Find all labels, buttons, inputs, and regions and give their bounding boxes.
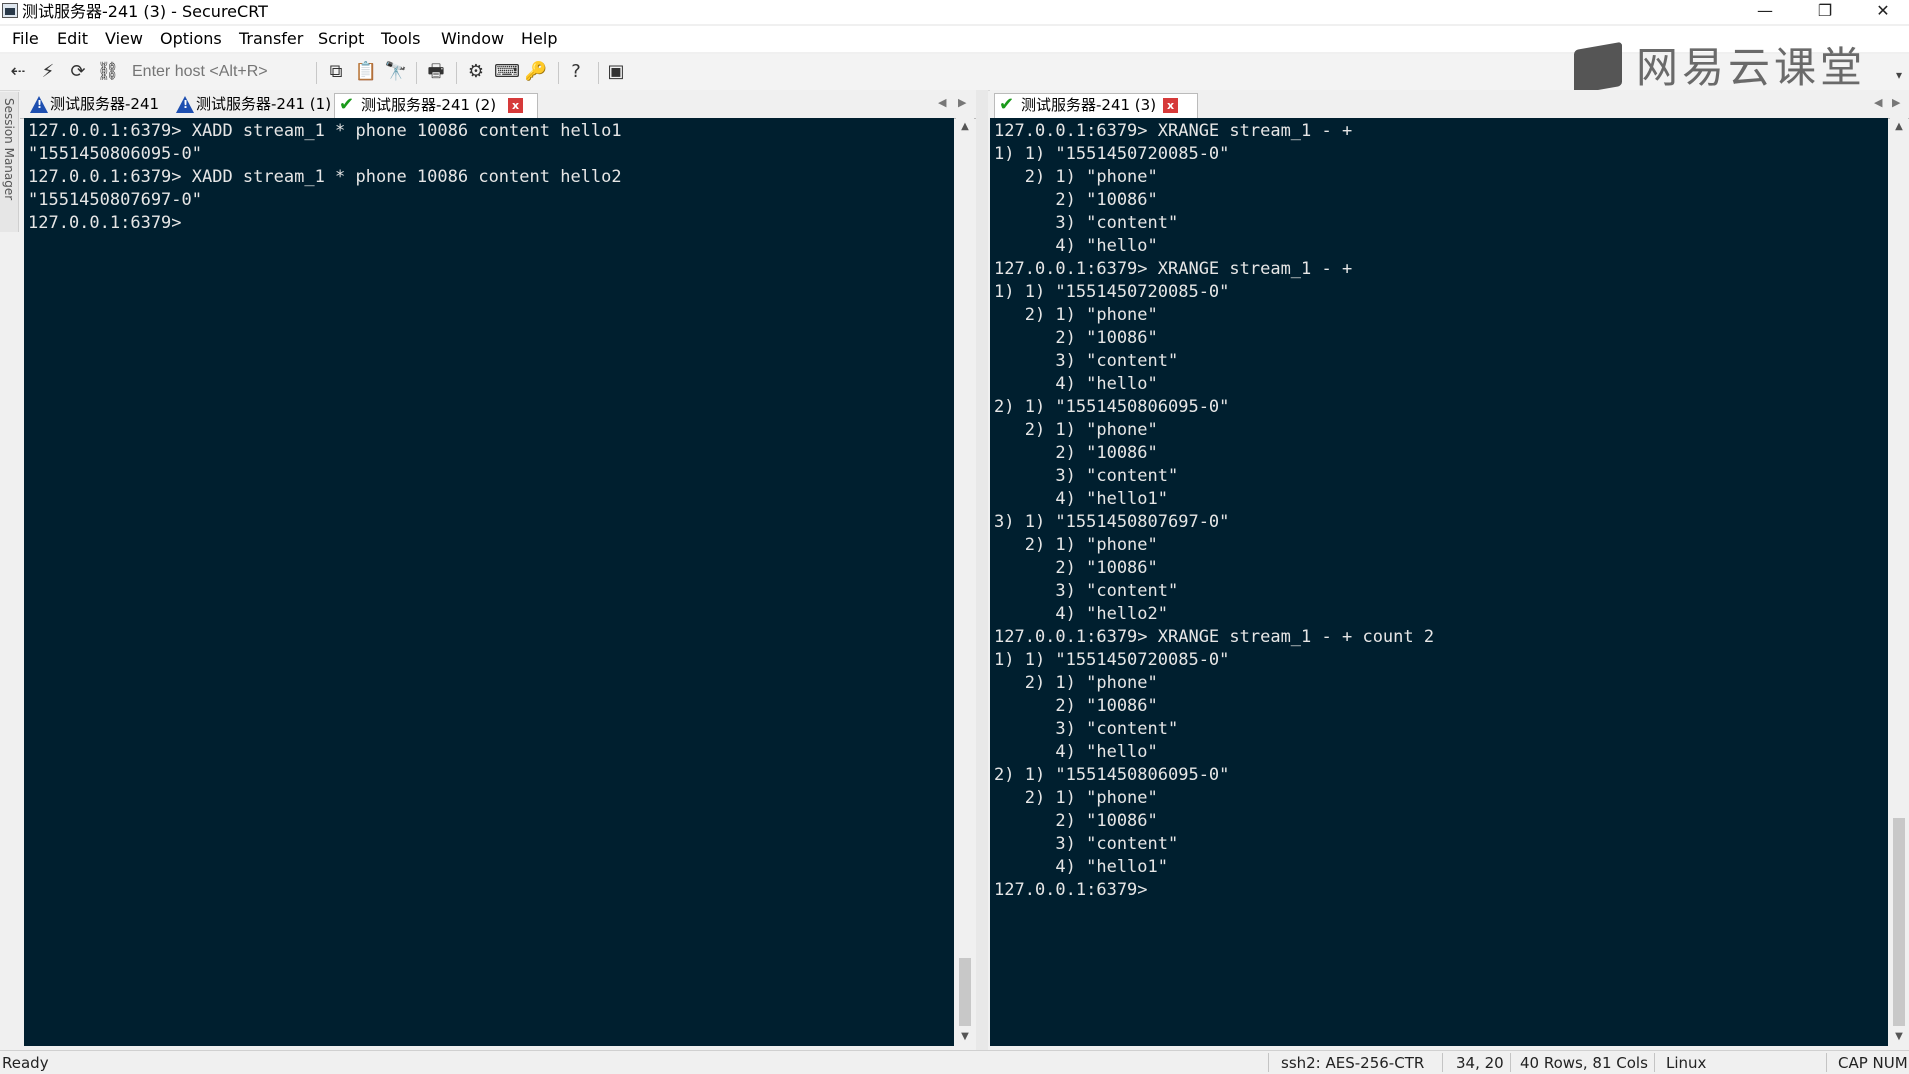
menu-view[interactable]: View <box>105 29 143 49</box>
print-icon[interactable]: 🖶 <box>424 60 448 84</box>
session-manager-rail[interactable]: Session Manager <box>0 92 19 232</box>
brand-text: 网易云课堂 <box>1636 43 1867 92</box>
status-ready: Ready <box>2 1054 49 1072</box>
keymap-icon[interactable]: ⌨ <box>494 60 520 84</box>
disconnect-icon[interactable]: ⛓ <box>96 60 120 84</box>
toolbar-separator <box>558 62 559 84</box>
terminal-right-scrollbar[interactable]: ▲ ▼ <box>1890 118 1908 1046</box>
toolbar-separator <box>416 62 417 84</box>
status-separator <box>1510 1053 1511 1072</box>
connected-check-icon: ✔ <box>999 94 1015 115</box>
tab-label: 测试服务器-241 (2) <box>361 96 497 114</box>
warning-icon <box>176 96 194 113</box>
scroll-up-icon[interactable]: ▲ <box>956 118 974 136</box>
scroll-thumb[interactable] <box>1893 818 1905 1026</box>
window-title: 测试服务器-241 (3) - SecureCRT <box>22 2 268 21</box>
status-separator <box>1268 1053 1269 1072</box>
menu-edit[interactable]: Edit <box>57 29 88 49</box>
scroll-up-icon[interactable]: ▲ <box>1890 118 1908 136</box>
minimize-button[interactable]: — <box>1740 0 1790 24</box>
menu-window[interactable]: Window <box>441 29 504 49</box>
close-tab-icon[interactable]: x <box>1163 98 1178 113</box>
warning-icon <box>30 96 48 113</box>
scroll-thumb[interactable] <box>959 958 971 1026</box>
status-terminal-size: 40 Rows, 81 Cols <box>1520 1054 1648 1072</box>
reconnect-icon[interactable]: ⟳ <box>66 60 90 84</box>
brand-logo-icon <box>1574 41 1622 95</box>
terminal-right[interactable]: 127.0.0.1:6379> XRANGE stream_1 - + 1) 1… <box>990 118 1888 1046</box>
menu-options[interactable]: Options <box>160 29 222 49</box>
tab-scroll-right-icon[interactable]: ▶ <box>958 96 966 109</box>
brand-watermark: 网易云课堂 <box>1574 41 1874 95</box>
sftp-window-icon[interactable]: ▣ <box>604 60 628 84</box>
close-window-button[interactable]: ✕ <box>1858 0 1908 24</box>
status-bar: Ready ssh2: AES-256-CTR 34, 20 40 Rows, … <box>0 1050 1909 1074</box>
terminal-output: 127.0.0.1:6379> XADD stream_1 * phone 10… <box>28 121 622 233</box>
terminal-left-scrollbar[interactable]: ▲ ▼ <box>956 118 974 1046</box>
tab-scroll-left-icon[interactable]: ◀ <box>1874 96 1882 109</box>
terminal-output: 127.0.0.1:6379> XRANGE stream_1 - + 1) 1… <box>994 121 1435 900</box>
tab-session-241[interactable]: 测试服务器-241 <box>24 93 159 117</box>
connect-icon[interactable]: ⇠ <box>6 60 30 84</box>
securecrt-app-icon[interactable] <box>2 3 18 18</box>
menu-tools[interactable]: Tools <box>381 29 420 49</box>
quick-connect-icon[interactable]: ⚡ <box>36 60 60 84</box>
tab-scroll-left-icon[interactable]: ◀ <box>938 96 946 109</box>
key-agent-icon[interactable]: 🔑 <box>524 60 548 84</box>
connected-check-icon: ✔ <box>339 94 355 115</box>
toolbar-overflow-chevron-icon[interactable]: ▾ <box>1896 68 1902 82</box>
terminal-left[interactable]: 127.0.0.1:6379> XADD stream_1 * phone 10… <box>24 118 954 1046</box>
close-tab-icon[interactable]: x <box>508 98 523 113</box>
toolbar-separator <box>598 62 599 84</box>
status-separator <box>1442 1053 1443 1072</box>
tab-session-241-1[interactable]: 测试服务器-241 (1) <box>170 93 331 117</box>
tab-strip-right: ✔ 测试服务器-241 (3) x ◀ ▶ <box>990 90 1909 119</box>
menu-transfer[interactable]: Transfer <box>239 29 303 49</box>
toolbar-separator <box>316 62 317 84</box>
status-protocol: ssh2: AES-256-CTR <box>1281 1054 1425 1072</box>
title-bar: 测试服务器-241 (3) - SecureCRT — ❐ ✕ <box>0 0 1909 24</box>
tab-scroll-right-icon[interactable]: ▶ <box>1892 96 1900 109</box>
find-icon[interactable]: 🔭 <box>384 60 408 84</box>
toolbar-separator <box>456 62 457 84</box>
settings-gear-icon[interactable]: ⚙ <box>464 60 488 84</box>
status-separator <box>1654 1053 1655 1072</box>
status-separator <box>1826 1053 1827 1072</box>
tab-label: 测试服务器-241 <box>50 95 160 113</box>
scroll-down-icon[interactable]: ▼ <box>1890 1028 1908 1046</box>
status-keyboard-locks: CAP NUM <box>1838 1054 1908 1072</box>
copy-icon[interactable]: ⧉ <box>324 60 348 84</box>
tab-strip-left: 测试服务器-241 测试服务器-241 (1) ✔ 测试服务器-241 (2) … <box>20 90 980 119</box>
status-cursor-position: 34, 20 <box>1456 1054 1504 1072</box>
help-icon[interactable]: ? <box>564 60 588 84</box>
menu-help[interactable]: Help <box>521 29 557 49</box>
tab-label: 测试服务器-241 (1) <box>196 95 332 113</box>
session-manager-label: Session Manager <box>2 98 16 201</box>
menu-script[interactable]: Script <box>318 29 364 49</box>
menu-file[interactable]: File <box>12 29 39 49</box>
paste-icon[interactable]: 📋 <box>354 60 378 84</box>
pane-splitter[interactable] <box>976 90 988 1050</box>
scroll-down-icon[interactable]: ▼ <box>956 1028 974 1046</box>
host-input[interactable] <box>128 60 316 84</box>
restore-button[interactable]: ❐ <box>1800 0 1850 24</box>
tab-label: 测试服务器-241 (3) <box>1021 96 1157 114</box>
status-os: Linux <box>1666 1054 1707 1072</box>
